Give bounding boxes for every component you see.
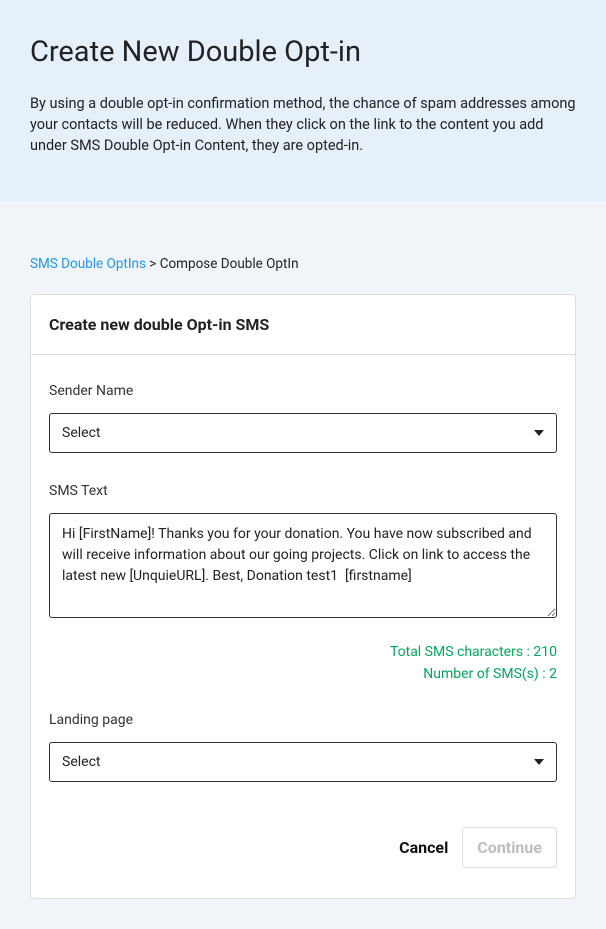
- breadcrumb-current: Compose Double OptIn: [160, 256, 299, 272]
- continue-button[interactable]: Continue: [462, 827, 557, 868]
- page-header: Create New Double Opt-in By using a doub…: [0, 0, 606, 201]
- sms-text-label: SMS Text: [49, 483, 557, 499]
- card-title: Create new double Opt-in SMS: [49, 315, 557, 334]
- card-header: Create new double Opt-in SMS: [31, 295, 575, 355]
- page-title: Create New Double Opt-in: [30, 35, 576, 69]
- sms-text-group: SMS Text Total SMS characters : 210 Numb…: [49, 483, 557, 682]
- landing-page-label: Landing page: [49, 712, 557, 728]
- form-card: Create new double Opt-in SMS Sender Name…: [30, 294, 576, 899]
- landing-page-group: Landing page Select: [49, 712, 557, 782]
- sender-name-label: Sender Name: [49, 383, 557, 399]
- sms-count: Number of SMS(s) : 2: [49, 666, 557, 682]
- chevron-down-icon: [534, 759, 544, 765]
- cancel-button[interactable]: Cancel: [399, 838, 448, 857]
- card-body: Sender Name Select SMS Text Total SMS ch…: [31, 355, 575, 898]
- breadcrumb: SMS Double OptIns > Compose Double OptIn: [30, 256, 576, 272]
- page-content: SMS Double OptIns > Compose Double OptIn…: [0, 201, 606, 929]
- sms-characters: Total SMS characters : 210: [49, 644, 557, 660]
- action-bar: Cancel Continue: [49, 827, 557, 868]
- sender-name-group: Sender Name Select: [49, 383, 557, 453]
- landing-page-select[interactable]: Select: [49, 742, 557, 782]
- chevron-down-icon: [534, 430, 544, 436]
- landing-page-value: Select: [62, 754, 534, 770]
- sender-name-select[interactable]: Select: [49, 413, 557, 453]
- sms-text-input[interactable]: [49, 513, 557, 618]
- sms-stats: Total SMS characters : 210 Number of SMS…: [49, 644, 557, 682]
- sender-name-value: Select: [62, 425, 534, 441]
- breadcrumb-link[interactable]: SMS Double OptIns: [30, 256, 146, 272]
- breadcrumb-separator: >: [146, 256, 160, 272]
- page-description: By using a double opt-in confirmation me…: [30, 93, 576, 156]
